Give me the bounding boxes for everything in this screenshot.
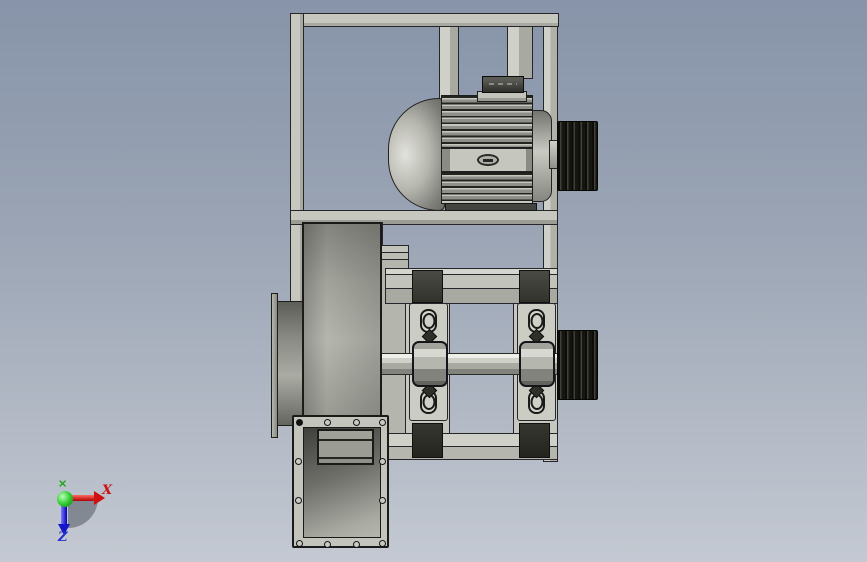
duct-inspection-panel bbox=[317, 429, 374, 465]
z-axis-arrow[interactable] bbox=[61, 505, 67, 525]
logo-bar-icon bbox=[483, 159, 493, 162]
x-axis-arrow[interactable] bbox=[72, 495, 94, 501]
motor-end-cap-left[interactable] bbox=[388, 98, 445, 211]
flange-bolt-hole bbox=[296, 419, 303, 426]
flange-bolt-hole bbox=[379, 497, 386, 504]
flange-bolt-hole bbox=[379, 419, 386, 426]
y-axis-icon: ⨯ bbox=[58, 478, 68, 490]
flange-bolt-hole bbox=[379, 540, 386, 547]
triad-origin-ball[interactable] bbox=[57, 491, 73, 507]
terminal-vents-icon bbox=[489, 83, 517, 85]
flange-bolt-hole bbox=[353, 541, 360, 548]
motor-body-fins-bottom[interactable] bbox=[441, 172, 533, 204]
frame-post-inner-right[interactable] bbox=[507, 26, 533, 79]
motor-nameplate bbox=[441, 148, 533, 172]
brand-logo-icon bbox=[477, 154, 499, 166]
flange-bolt-hole bbox=[324, 541, 331, 548]
inlet-cone[interactable] bbox=[277, 301, 303, 426]
bolt-icon bbox=[530, 313, 543, 329]
flange-bolt-hole bbox=[295, 497, 302, 504]
terminal-box[interactable] bbox=[482, 76, 524, 93]
spacer-block-bottom-right bbox=[519, 423, 550, 458]
x-axis-label: X bbox=[102, 483, 113, 498]
shaft-pulley[interactable] bbox=[557, 330, 598, 400]
flange-bolt-hole bbox=[353, 419, 360, 426]
fan-housing[interactable] bbox=[302, 222, 382, 420]
frame-top-rail[interactable] bbox=[290, 13, 559, 27]
bearing-right[interactable] bbox=[519, 341, 555, 387]
spacer-block-bottom-left bbox=[412, 423, 443, 458]
bearing-left[interactable] bbox=[412, 341, 448, 387]
motor-body-fins-top[interactable] bbox=[441, 95, 533, 148]
flange-bolt-hole bbox=[296, 540, 303, 547]
spacer-block-top-left bbox=[412, 270, 443, 303]
cad-viewport-canvas[interactable]: X Z ⨯ bbox=[0, 0, 867, 562]
z-axis-label: Z bbox=[58, 530, 68, 545]
frame-post-inner-left[interactable] bbox=[439, 26, 459, 102]
flange-bolt-hole bbox=[295, 458, 302, 465]
flange-bolt-hole bbox=[324, 419, 331, 426]
motor-feet bbox=[445, 203, 537, 211]
flange-bolt-hole bbox=[379, 458, 386, 465]
motor-pulley[interactable] bbox=[557, 121, 598, 191]
bolt-icon bbox=[422, 313, 435, 329]
spacer-block-top-right bbox=[519, 270, 550, 303]
